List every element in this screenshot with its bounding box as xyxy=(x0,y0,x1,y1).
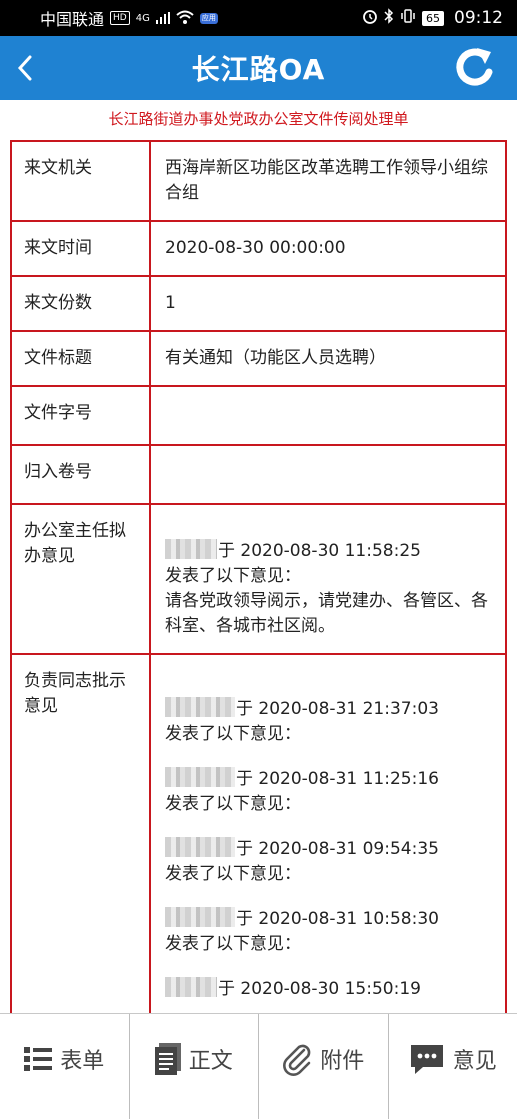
table-row: 来文份数 1 xyxy=(10,275,507,332)
opinion-entry: 于 2020-08-31 21:37:03 发表了以下意见： xyxy=(165,697,491,747)
body-text-tab-label: 正文 xyxy=(188,1048,233,1074)
row-label: 来文时间 xyxy=(10,220,151,277)
opinion-text: 请各党政领导阅示，请党建办、各管区、各科室、各城市社区阅。 xyxy=(165,591,488,636)
redacted-name xyxy=(165,977,217,997)
table-row: 来文时间 2020-08-30 00:00:00 xyxy=(10,220,507,277)
document-icon xyxy=(154,1042,181,1075)
redacted-name xyxy=(165,907,235,927)
opinion-prefix: 发表了以下意见： xyxy=(165,934,301,954)
opinion-tab-label: 意见 xyxy=(452,1048,497,1074)
refresh-icon xyxy=(456,48,493,86)
bottom-toolbar: 表单 正文 附件 意见 xyxy=(0,1013,517,1119)
redacted-name xyxy=(165,837,235,857)
opinion-header: 于 2020-08-31 11:25:16 xyxy=(165,767,491,792)
opinion-entry: 于 2020-08-31 10:58:30 发表了以下意见： xyxy=(165,907,491,957)
opinion-header: 于 2020-08-30 15:50:19 xyxy=(165,977,491,1002)
back-button[interactable] xyxy=(10,50,40,86)
opinion-prefix: 发表了以下意见： xyxy=(165,566,301,586)
network-type: 4G xyxy=(135,12,150,24)
form-tab-label: 表单 xyxy=(60,1048,105,1074)
opinion-entry: 于 2020-08-30 11:58:25 发表了以下意见： 请各党政领导阅示，… xyxy=(165,539,491,639)
opinion-tab-button[interactable]: 意见 xyxy=(387,1014,517,1119)
row-label: 文件标题 xyxy=(10,330,151,387)
redacted-name xyxy=(165,697,235,717)
row-value xyxy=(149,444,507,505)
row-label: 文件字号 xyxy=(10,385,151,446)
attachment-tab-button[interactable]: 附件 xyxy=(258,1014,388,1119)
refresh-button[interactable] xyxy=(449,44,497,92)
attachment-tab-label: 附件 xyxy=(320,1048,365,1074)
opinion-time: 于 2020-08-31 11:25:16 xyxy=(236,769,439,789)
row-value: 有关通知（功能区人员选聘） xyxy=(149,330,507,387)
opinion-entry: 于 2020-08-31 11:25:16 发表了以下意见： xyxy=(165,767,491,817)
row-value: 西海岸新区功能区改革选聘工作领导小组综合组 xyxy=(149,140,507,222)
app-notification-icon: 应用 xyxy=(199,12,218,24)
bluetooth-icon xyxy=(384,8,394,28)
vibrate-icon xyxy=(400,8,416,28)
opinion-entry: 于 2020-08-30 15:50:19 xyxy=(165,977,491,1002)
row-value: 2020-08-30 00:00:00 xyxy=(149,220,507,277)
opinion-time: 于 2020-08-31 10:58:30 xyxy=(236,909,439,929)
chat-bubble-icon xyxy=(410,1044,443,1074)
alarm-icon xyxy=(362,8,378,28)
battery-level: 65 xyxy=(422,10,444,26)
opinion-time: 于 2020-08-30 11:58:25 xyxy=(218,541,421,561)
redacted-name xyxy=(165,767,235,787)
list-icon xyxy=(24,1046,53,1071)
opinion-header: 于 2020-08-30 11:58:25 xyxy=(165,539,491,564)
table-row: 文件字号 xyxy=(10,385,507,446)
opinion-entry: 于 2020-08-31 09:54:35 发表了以下意见： xyxy=(165,837,491,887)
clock-time: 09:12 xyxy=(454,8,503,28)
wifi-icon xyxy=(176,9,194,28)
redacted-name xyxy=(165,539,217,559)
carrier-name: 中国联通 xyxy=(40,10,105,29)
row-label: 来文机关 xyxy=(10,140,151,222)
hd-badge: HD xyxy=(110,11,130,25)
table-row: 文件标题 有关通知（功能区人员选聘） xyxy=(10,330,507,387)
form-title: 长江路街道办事处党政办公室文件传阅处理单 xyxy=(108,110,409,128)
opinion-time: 于 2020-08-30 15:50:19 xyxy=(218,979,421,999)
opinion-prefix: 发表了以下意见： xyxy=(165,864,301,884)
row-value xyxy=(149,385,507,446)
status-bar: 中国联通 HD 4G 应用 65 09:12 xyxy=(0,0,517,36)
form-tab-button[interactable]: 表单 xyxy=(0,1014,129,1119)
leader-opinion-value: 于 2020-08-31 21:37:03 发表了以下意见： 于 2020-08… xyxy=(149,653,507,1018)
page-title: 长江路OA xyxy=(191,53,326,86)
row-label: 负责同志批示意见 xyxy=(10,653,151,1018)
opinion-header: 于 2020-08-31 09:54:35 xyxy=(165,837,491,862)
opinion-time: 于 2020-08-31 21:37:03 xyxy=(236,699,439,719)
opinion-time: 于 2020-08-31 09:54:35 xyxy=(236,839,439,859)
opinion-prefix: 发表了以下意见： xyxy=(165,724,301,744)
chevron-left-icon xyxy=(17,55,32,81)
status-right: 65 09:12 xyxy=(362,8,503,28)
row-label: 办公室主任拟办意见 xyxy=(10,503,151,655)
document-form-table: 来文机关 西海岸新区功能区改革选聘工作领导小组综合组 来文时间 2020-08-… xyxy=(10,140,507,1018)
row-value: 1 xyxy=(149,275,507,332)
table-row-leader-opinion: 负责同志批示意见 于 2020-08-31 21:37:03 发表了以下意见： … xyxy=(10,653,507,1018)
opinion-header: 于 2020-08-31 10:58:30 xyxy=(165,907,491,932)
signal-icon xyxy=(155,9,170,28)
opinion-prefix: 发表了以下意见： xyxy=(165,794,301,814)
paperclip-icon xyxy=(283,1044,311,1076)
status-left: 中国联通 HD 4G 应用 xyxy=(40,6,218,30)
body-text-tab-button[interactable]: 正文 xyxy=(128,1014,259,1119)
app-header: 长江路OA xyxy=(0,36,517,100)
office-opinion-value: 于 2020-08-30 11:58:25 发表了以下意见： 请各党政领导阅示，… xyxy=(149,503,507,655)
row-label: 归入卷号 xyxy=(10,444,151,505)
table-row: 归入卷号 xyxy=(10,444,507,505)
table-row-office-opinion: 办公室主任拟办意见 于 2020-08-30 11:58:25 发表了以下意见：… xyxy=(10,503,507,655)
opinion-header: 于 2020-08-31 21:37:03 xyxy=(165,697,491,722)
table-row: 来文机关 西海岸新区功能区改革选聘工作领导小组综合组 xyxy=(10,140,507,222)
row-label: 来文份数 xyxy=(10,275,151,332)
